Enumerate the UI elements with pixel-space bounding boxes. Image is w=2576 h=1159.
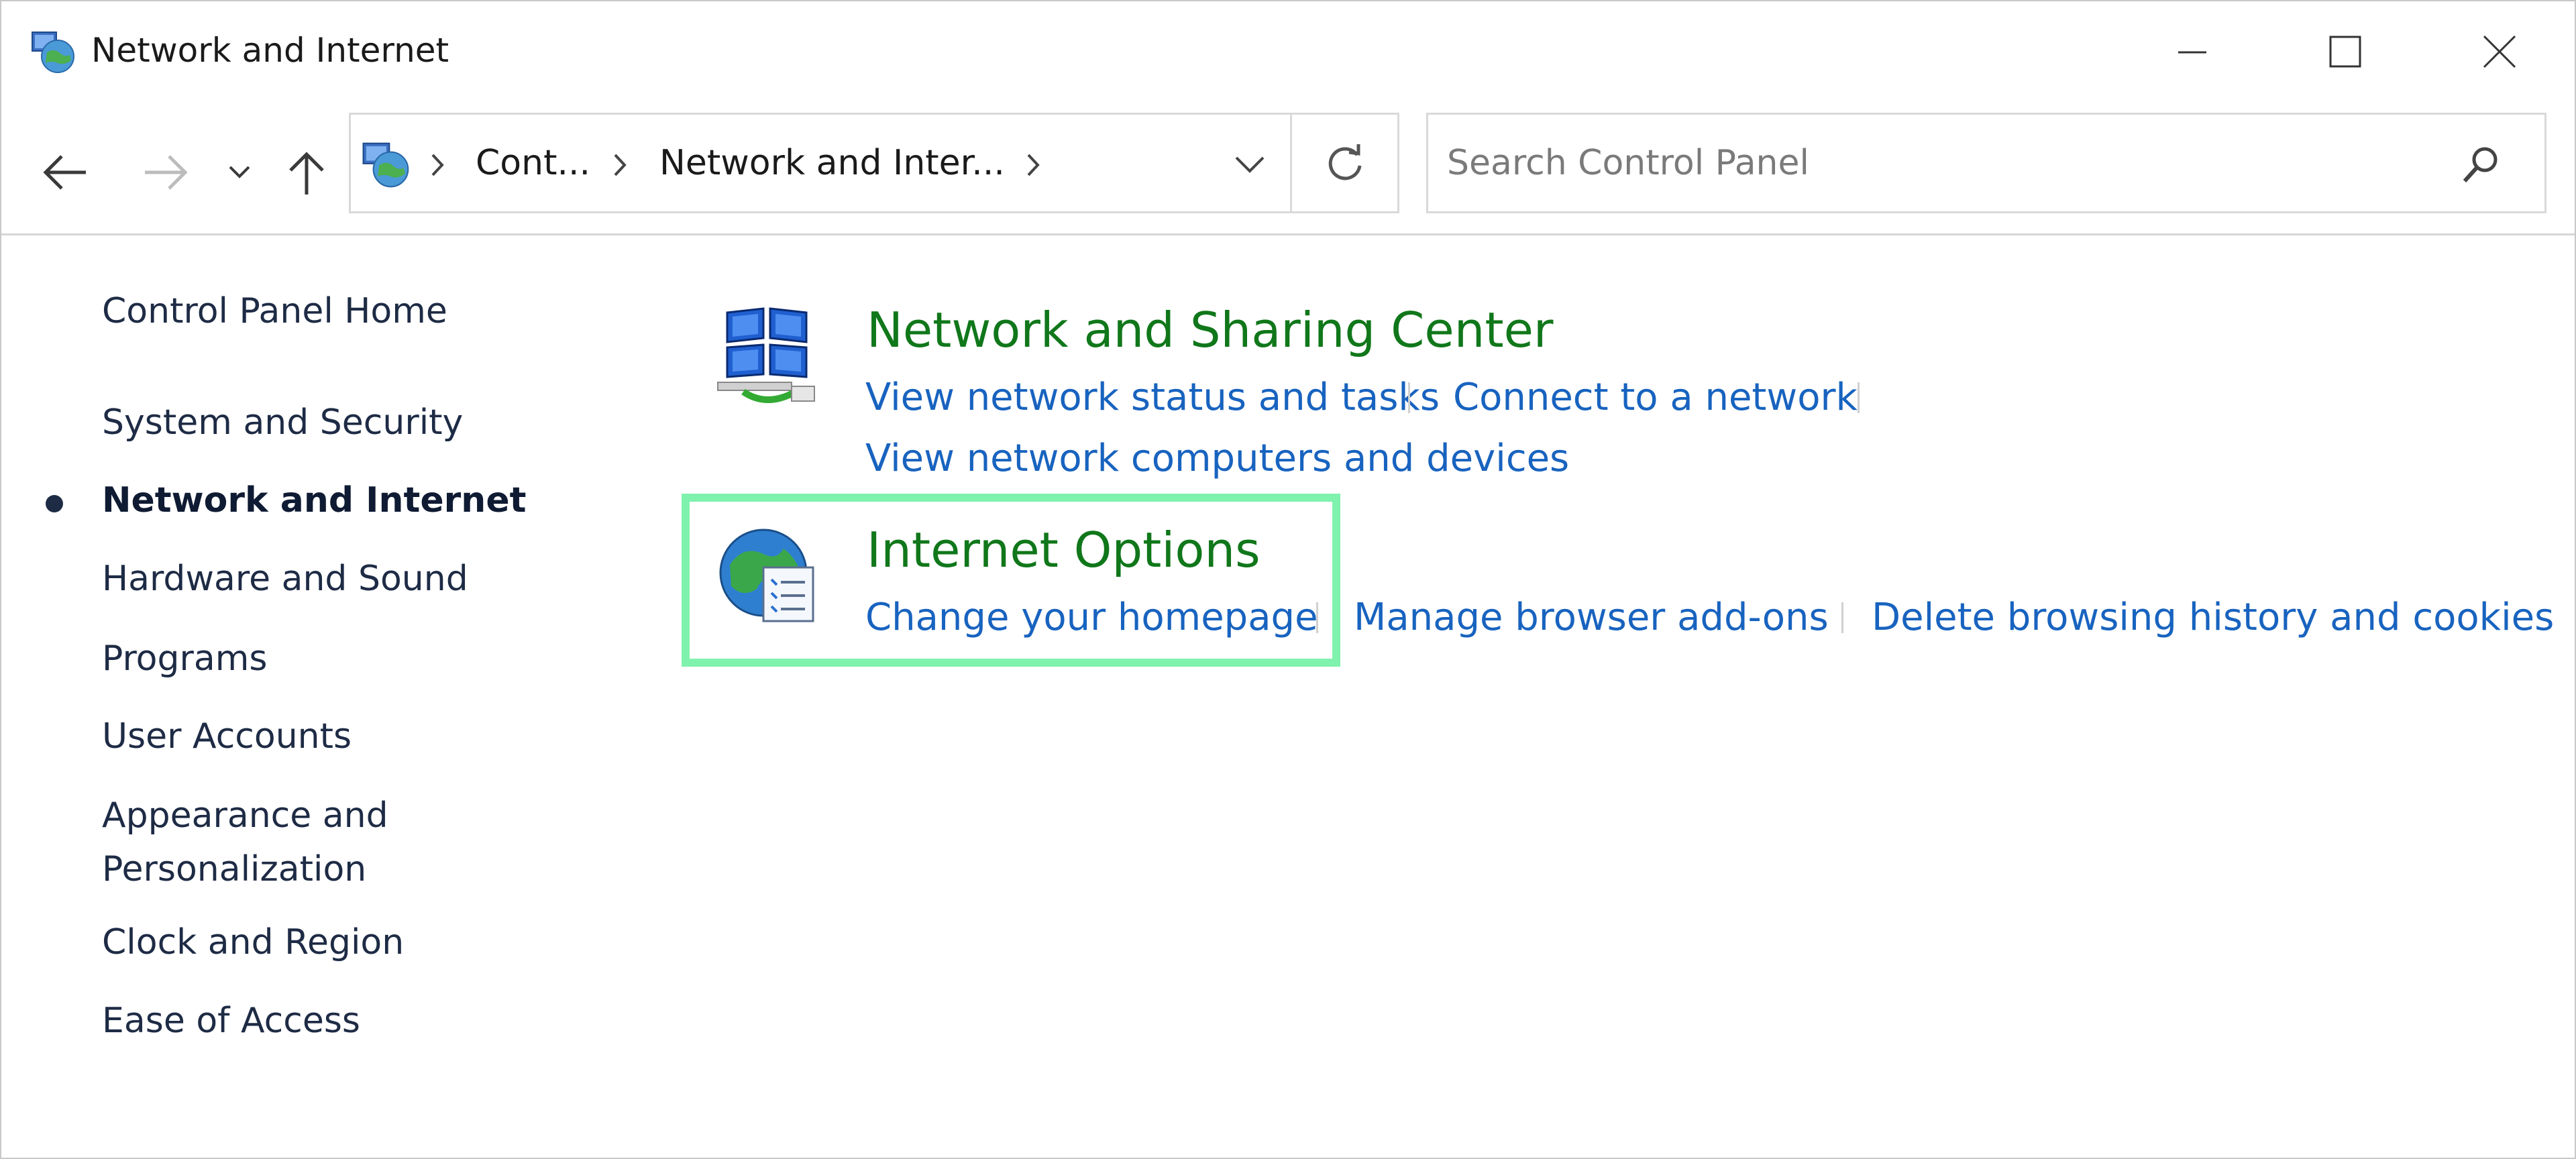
link-separator <box>1858 382 1860 413</box>
sidebar-item-appearance-line2[interactable]: Personalization <box>102 842 366 897</box>
sidebar-item-network-and-internet[interactable]: Network and Internet <box>102 473 526 528</box>
up-button[interactable] <box>276 142 337 203</box>
change-homepage-link[interactable]: Change your homepage <box>865 596 1318 639</box>
chevron-down-icon <box>229 166 250 178</box>
chevron-right-icon[interactable] <box>607 148 634 182</box>
search-button[interactable] <box>2451 135 2511 195</box>
search-icon <box>2463 147 2498 183</box>
sidebar-item-control-panel-home[interactable]: Control Panel Home <box>102 284 447 339</box>
control-panel-window: Network and Internet Cont... Network and… <box>0 0 2576 1159</box>
navigation-bar: Cont... Network and Inter... <box>1 102 2575 229</box>
maximize-icon <box>2329 36 2361 68</box>
refresh-button[interactable] <box>1293 115 1397 211</box>
address-history-dropdown[interactable] <box>1210 135 1290 195</box>
delete-browsing-history-link[interactable]: Delete browsing history and cookies <box>1872 596 2554 639</box>
link-separator <box>1841 602 1843 633</box>
title-bar[interactable]: Network and Internet <box>1 1 2575 102</box>
internet-options-title[interactable]: Internet Options <box>867 522 1260 578</box>
chevron-down-icon <box>1235 156 1265 173</box>
sidebar: Control Panel Home System and Security N… <box>1 270 645 1142</box>
maximize-button[interactable] <box>2298 15 2392 89</box>
chevron-right-icon[interactable] <box>1020 148 1047 182</box>
view-network-computers-link[interactable]: View network computers and devices <box>865 437 1569 480</box>
breadcrumb-control-panel[interactable]: Cont... <box>476 143 590 183</box>
sidebar-item-clock-and-region[interactable]: Clock and Region <box>102 915 404 970</box>
sidebar-item-hardware-and-sound[interactable]: Hardware and Sound <box>102 551 468 606</box>
sidebar-item-appearance-line1[interactable]: Appearance and <box>102 788 388 843</box>
globe-document-icon[interactable] <box>716 525 817 625</box>
address-bar[interactable]: Cont... Network and Inter... <box>349 113 1399 213</box>
close-icon <box>2483 35 2516 68</box>
refresh-icon <box>1328 144 1362 180</box>
sidebar-item-user-accounts[interactable]: User Accounts <box>102 709 352 764</box>
close-button[interactable] <box>2453 15 2546 89</box>
chevron-right-icon <box>431 154 444 176</box>
network-monitors-icon[interactable] <box>716 307 817 412</box>
sidebar-item-ease-of-access[interactable]: Ease of Access <box>102 993 360 1048</box>
sidebar-item-programs[interactable]: Programs <box>102 631 268 686</box>
breadcrumb-network-and-internet[interactable]: Network and Inter... <box>659 143 1005 183</box>
current-item-bullet <box>46 495 63 512</box>
minimize-button[interactable] <box>2145 15 2239 89</box>
navigation-divider <box>1 233 2575 235</box>
arrow-left-icon <box>43 155 86 190</box>
network-and-sharing-center-title[interactable]: Network and Sharing Center <box>867 302 1553 358</box>
window-title: Network and Internet <box>91 31 449 70</box>
view-network-status-link[interactable]: View network status and tasks <box>865 376 1440 419</box>
connect-to-network-link[interactable]: Connect to a network <box>1453 376 1858 419</box>
manage-add-ons-link[interactable]: Manage browser add-ons <box>1354 596 1829 639</box>
sidebar-item-system-and-security[interactable]: System and Security <box>102 395 463 450</box>
search-input[interactable] <box>1447 136 2426 190</box>
link-separator <box>1316 602 1318 633</box>
main-content: Network and Sharing Center View network … <box>672 270 2554 1142</box>
search-box[interactable] <box>1426 113 2546 213</box>
address-divider <box>1290 115 1292 211</box>
network-globe-icon <box>32 32 74 73</box>
arrow-right-icon <box>145 155 188 190</box>
back-button[interactable] <box>35 142 95 203</box>
recent-locations-button[interactable] <box>217 148 262 197</box>
forward-button[interactable] <box>136 142 196 203</box>
minimize-icon <box>2178 51 2206 54</box>
arrow-up-icon <box>289 152 324 195</box>
network-globe-icon <box>362 142 409 188</box>
link-separator <box>1408 382 1410 413</box>
